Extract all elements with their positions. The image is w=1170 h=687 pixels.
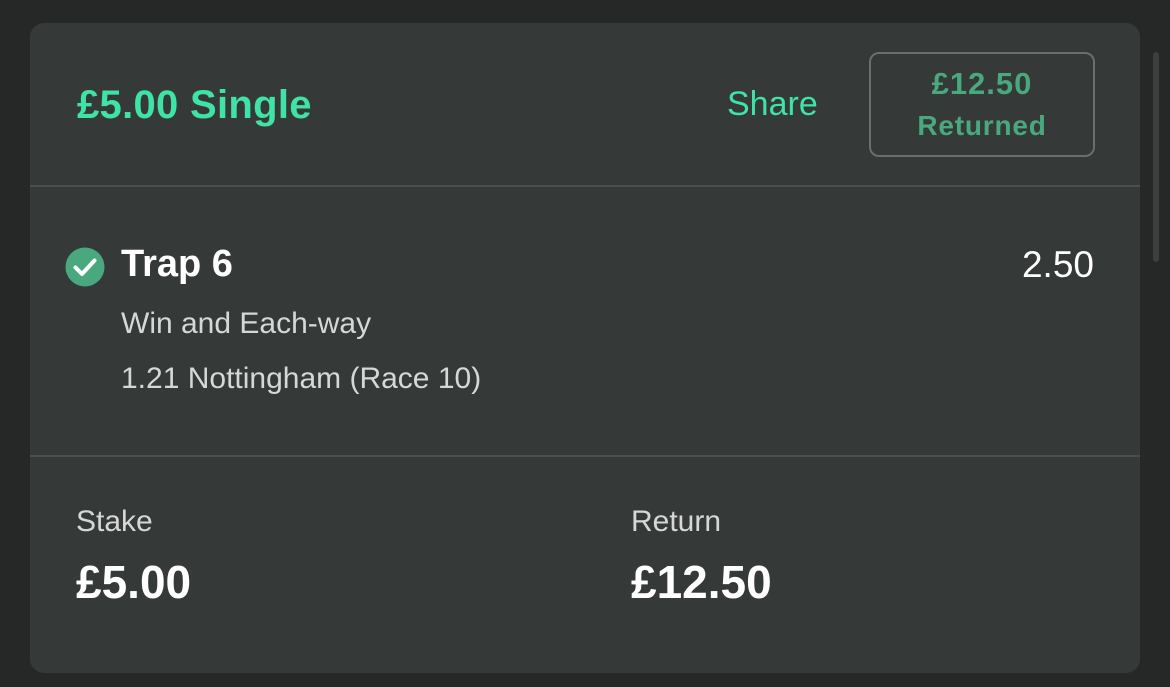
stake-value: £5.00	[76, 556, 192, 608]
bet-title: £5.00 Single	[77, 83, 312, 127]
stake-label: Stake	[76, 505, 153, 538]
returned-badge: £12.50 Returned	[869, 52, 1095, 157]
returned-amount: £12.50	[931, 66, 1033, 101]
return-value: £12.50	[631, 556, 772, 608]
market-name: Win and Each-way	[121, 307, 372, 340]
bet-card: £5.00 Single Share £12.50 Returned Trap …	[30, 23, 1140, 673]
bet-summary: Stake £5.00 Return £12.50	[30, 457, 1140, 673]
event-name: 1.21 Nottingham (Race 10)	[121, 362, 482, 395]
check-circle-icon	[65, 247, 105, 287]
scrollbar[interactable]	[1153, 52, 1159, 262]
bet-header: £5.00 Single Share £12.50 Returned	[30, 23, 1140, 186]
selection-name: Trap 6	[121, 243, 233, 285]
share-button[interactable]: Share	[727, 85, 818, 124]
return-label: Return	[631, 505, 722, 538]
selection-row: Trap 6 2.50 Win and Each-way 1.21 Nottin…	[30, 187, 1140, 455]
selection-odds: 2.50	[1021, 244, 1094, 285]
returned-label: Returned	[917, 110, 1047, 141]
